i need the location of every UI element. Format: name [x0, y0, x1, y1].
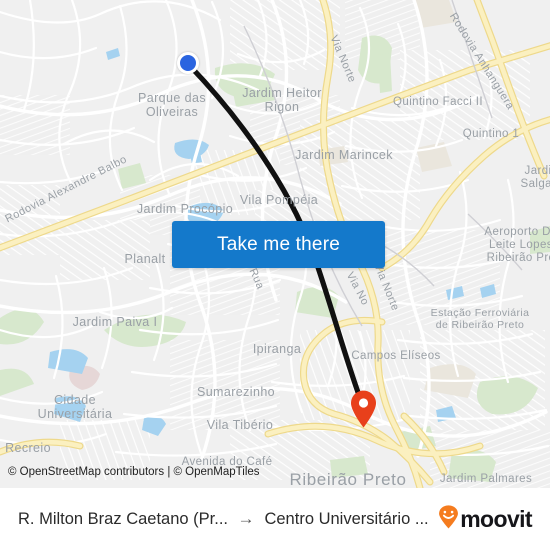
moovit-map-screen: Parque das Oliveiras Jardim Heitor Rigon Qui… [0, 0, 550, 550]
map-canvas[interactable]: Parque das Oliveiras Jardim Heitor Rigon Qui… [0, 0, 550, 488]
take-me-there-button[interactable]: Take me there [172, 221, 385, 268]
route-footer-bar: R. Milton Braz Caetano (Pr... → Centro U… [0, 488, 550, 550]
moovit-pin-icon [438, 504, 459, 534]
destination-marker[interactable] [350, 390, 377, 428]
destination-name-label: Centro Universitário ... [264, 509, 429, 528]
moovit-wordmark: moovit [460, 505, 532, 532]
origin-marker[interactable] [177, 52, 199, 74]
arrow-right-icon: → [237, 509, 255, 528]
route-summary: R. Milton Braz Caetano (Pr... → Centro U… [18, 509, 428, 529]
moovit-brand[interactable]: moovit [438, 504, 533, 534]
map-attribution[interactable]: © OpenStreetMap contributors | © OpenMap… [8, 466, 260, 478]
take-me-there-label: Take me there [217, 233, 340, 255]
origin-name-label: R. Milton Braz Caetano (Pr... [18, 509, 228, 528]
